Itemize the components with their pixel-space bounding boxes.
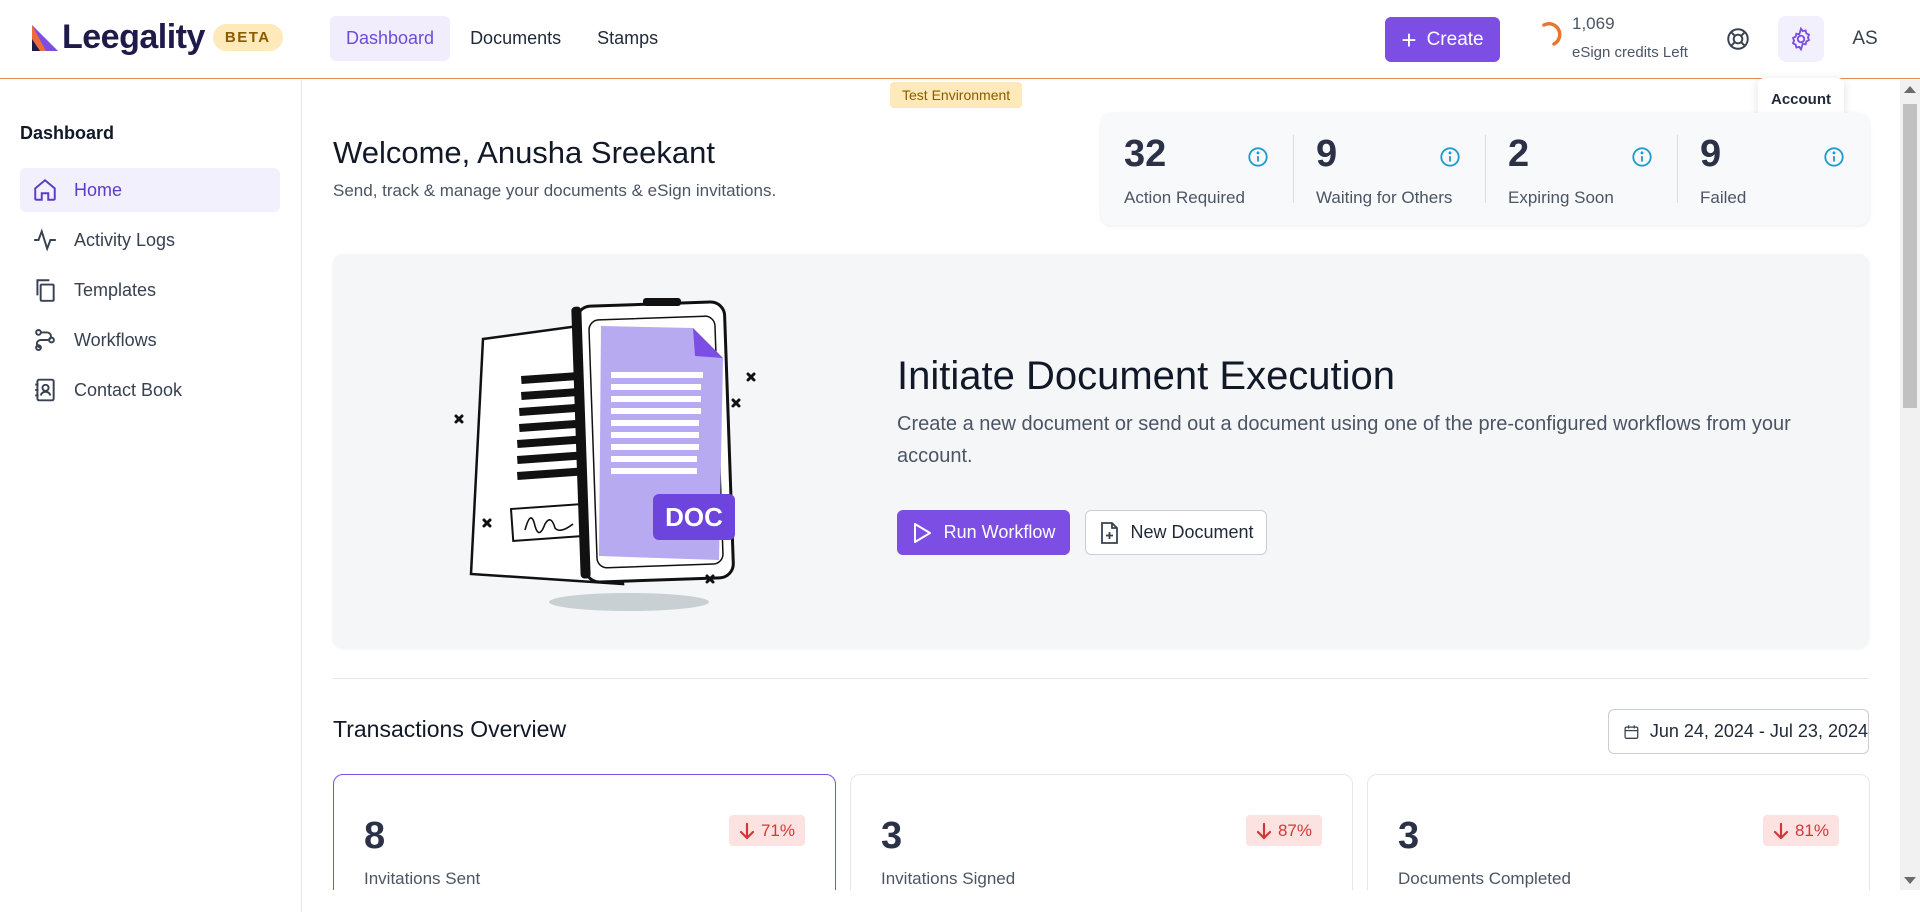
date-range-value: Jun 24, 2024 - Jul 23, 2024 (1649, 721, 1868, 741)
initiate-document-panel: DOC Initiate Document Execution Create a… (333, 254, 1869, 648)
nav-dashboard[interactable]: Dashboard (330, 16, 451, 61)
metric-value: 8 (364, 815, 386, 857)
sidebar-item-label: Contact Book (74, 379, 183, 400)
metric-value: 3 (881, 815, 903, 857)
scrollbar-thumb[interactable] (1903, 104, 1917, 408)
top-header: Leegality BETA Dashboard Documents Stamp… (0, 0, 1920, 79)
scroll-down-arrow-icon[interactable] (1904, 877, 1916, 884)
stat-label: Expiring Soon (1508, 188, 1614, 207)
hero-title: Initiate Document Execution (897, 354, 1396, 398)
arrow-down-icon (1773, 822, 1789, 839)
info-icon[interactable] (1247, 146, 1269, 168)
copy-icon (36, 279, 55, 302)
welcome-subtitle: Send, track & manage your documents & eS… (333, 181, 777, 200)
metric-label: Invitations Sent (364, 869, 481, 888)
sidebar: Dashboard Home Activity Logs Templates W… (0, 80, 302, 912)
hero-description: Create a new document or send out a docu… (897, 413, 1791, 467)
credits-progress-icon (1542, 22, 1562, 46)
stats-summary: 32 Action Required 9 Waiting for Others … (1101, 113, 1869, 225)
metric-label: Invitations Signed (881, 869, 1016, 888)
account-settings-button[interactable] (1778, 16, 1824, 62)
stat-value: 32 (1124, 133, 1167, 175)
sidebar-item-label: Home (74, 179, 123, 200)
workflow-icon (35, 329, 55, 351)
sidebar-item-label: Templates (74, 279, 157, 300)
brand-logo[interactable]: Leegality BETA (30, 18, 283, 57)
create-button-label: Create (1426, 28, 1484, 50)
doc-label: DOC (665, 502, 723, 532)
new-document-label: New Document (1130, 522, 1254, 542)
logo-mark-icon (30, 21, 60, 55)
arrow-down-icon (1256, 822, 1272, 839)
top-navigation: Dashboard Documents Stamps (330, 16, 674, 61)
plus-icon: + (1401, 24, 1417, 55)
metric-value: 3 (1398, 815, 1420, 857)
stat-label: Failed (1700, 188, 1747, 207)
credits-label: eSign credits Left (1572, 44, 1688, 61)
metric-label: Documents Completed (1398, 869, 1571, 888)
stat-failed[interactable]: 9 Failed (1677, 133, 1852, 209)
sidebar-item-activity-logs[interactable]: Activity Logs (20, 218, 280, 262)
calendar-icon (1624, 724, 1639, 739)
sidebar-item-contact-book[interactable]: Contact Book (20, 368, 280, 412)
stat-label: Action Required (1124, 188, 1245, 207)
file-plus-icon (1101, 521, 1119, 544)
help-button[interactable] (1715, 16, 1761, 62)
info-icon[interactable] (1631, 146, 1653, 168)
activity-icon (34, 228, 56, 252)
document-signing-illustration: DOC (454, 298, 756, 611)
date-range-picker[interactable]: Jun 24, 2024 - Jul 23, 2024 (1608, 709, 1869, 754)
change-value: 71% (760, 820, 795, 840)
welcome-title: Welcome, Anusha Sreekant (333, 135, 715, 170)
new-document-button[interactable]: New Document (1085, 510, 1267, 555)
sidebar-item-label: Workflows (74, 329, 157, 350)
change-value: 81% (1794, 820, 1829, 840)
change-badge: 71% (728, 815, 805, 846)
environment-badge: Test Environment (890, 82, 1023, 108)
credits-value: 1,069 (1572, 14, 1615, 33)
stat-waiting-for-others[interactable]: 9 Waiting for Others (1293, 133, 1468, 209)
scroll-up-arrow-icon[interactable] (1904, 86, 1916, 93)
info-icon[interactable] (1823, 146, 1845, 168)
transactions-overview-title: Transactions Overview (333, 716, 567, 742)
change-badge: 81% (1762, 815, 1839, 846)
play-icon (913, 522, 931, 543)
beta-badge: BETA (212, 24, 283, 51)
section-divider (333, 678, 1869, 679)
user-avatar[interactable]: AS (1842, 16, 1888, 62)
nav-stamps[interactable]: Stamps (581, 16, 674, 61)
page-bottom-edge (303, 890, 1900, 912)
sidebar-item-templates[interactable]: Templates (20, 268, 280, 312)
sidebar-item-workflows[interactable]: Workflows (20, 318, 280, 362)
contact-book-icon (35, 378, 55, 402)
sidebar-item-home[interactable]: Home (20, 168, 280, 212)
create-button[interactable]: + Create (1385, 17, 1500, 62)
change-value: 87% (1277, 820, 1312, 840)
lifebuoy-icon (1727, 28, 1749, 50)
home-icon (34, 178, 56, 201)
sidebar-title: Dashboard (20, 123, 115, 143)
change-badge: 87% (1245, 815, 1322, 846)
arrow-down-icon (739, 822, 755, 839)
stat-value: 9 (1700, 133, 1722, 175)
stat-value: 2 (1508, 133, 1530, 175)
stat-value: 9 (1316, 133, 1338, 175)
gear-icon (1791, 26, 1811, 52)
run-workflow-label: Run Workflow (943, 522, 1056, 542)
info-icon[interactable] (1439, 146, 1461, 168)
page-scrollbar[interactable] (1900, 80, 1920, 890)
nav-documents[interactable]: Documents (454, 16, 577, 61)
stat-expiring-soon[interactable]: 2 Expiring Soon (1485, 133, 1660, 209)
brand-name: Leegality (62, 18, 205, 56)
stat-action-required[interactable]: 32 Action Required (1101, 133, 1276, 209)
stat-label: Waiting for Others (1316, 188, 1453, 207)
run-workflow-button[interactable]: Run Workflow (897, 510, 1070, 555)
sidebar-item-label: Activity Logs (74, 229, 176, 250)
